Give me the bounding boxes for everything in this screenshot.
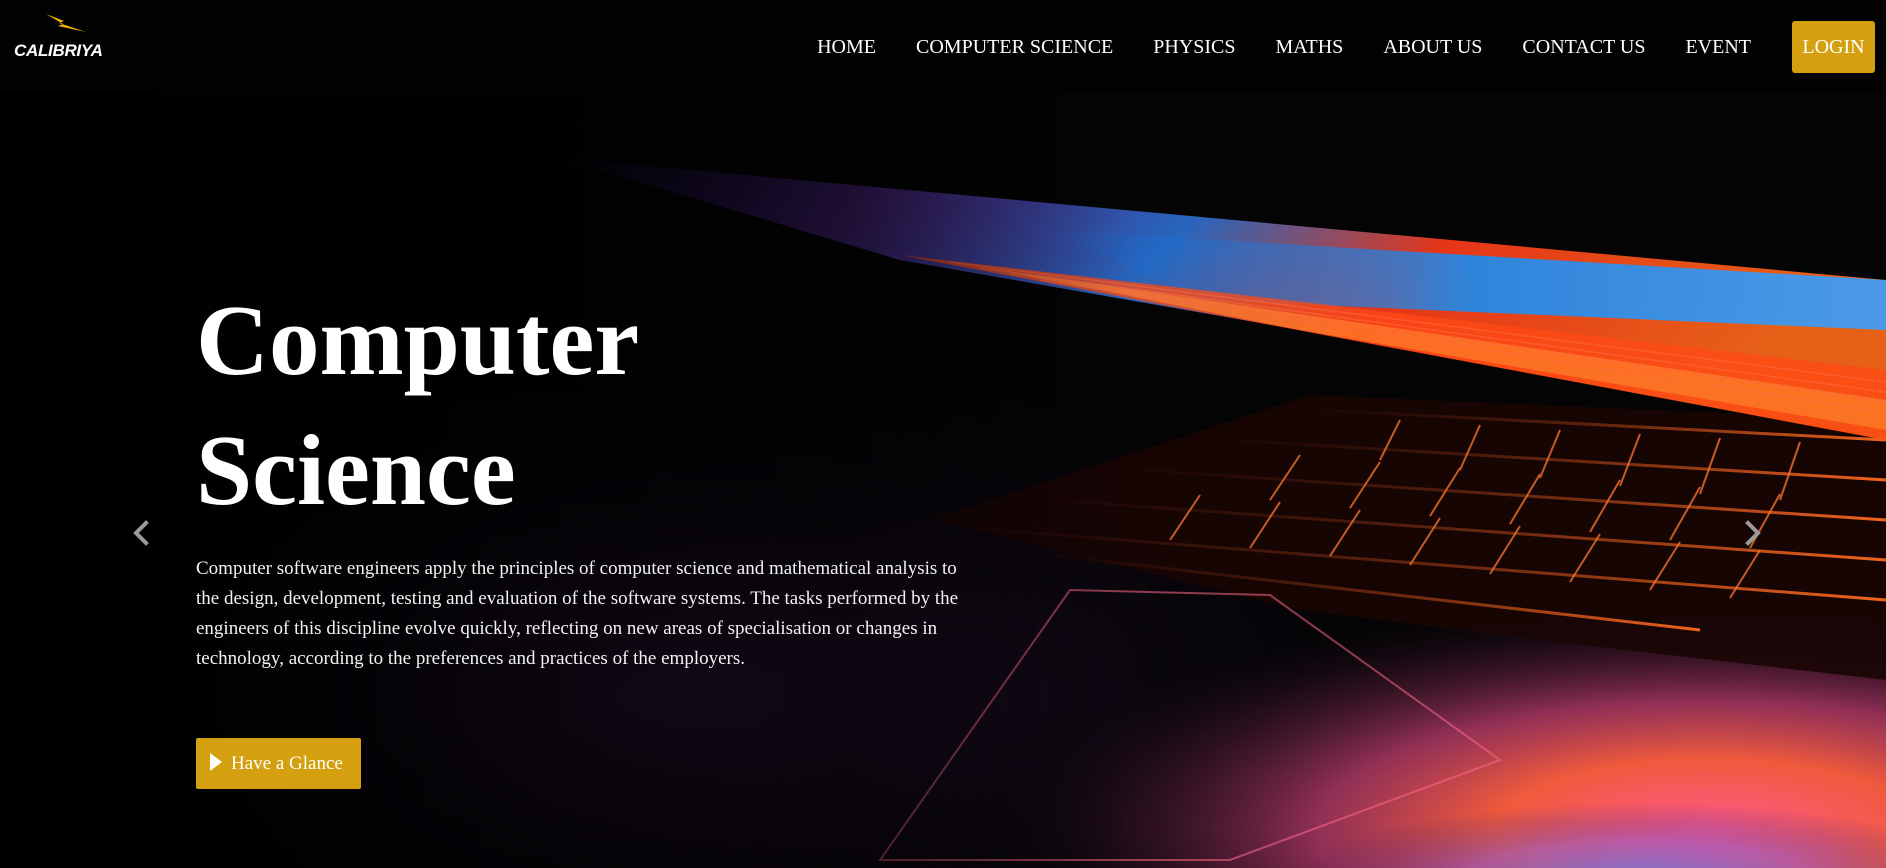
hero-title-line-1: Computer xyxy=(196,284,640,396)
hero-description: Computer software engineers apply the pr… xyxy=(196,558,959,669)
have-a-glance-label: Have a Glance xyxy=(231,752,343,774)
hero-carousel: Computer Science Computer software engin… xyxy=(0,0,1886,868)
nav-item-home[interactable]: HOME xyxy=(817,36,876,59)
lightning-bolt-icon xyxy=(46,14,86,32)
chevron-right-icon xyxy=(1745,520,1761,546)
nav-item-physics[interactable]: PHYSICS xyxy=(1153,36,1235,59)
nav-item-about-us[interactable]: ABOUT US xyxy=(1383,36,1482,59)
hero-title-line-2: Science xyxy=(196,414,516,526)
nav-item-contact-us[interactable]: CONTACT US xyxy=(1522,36,1645,59)
nav-item-computer-science[interactable]: COMPUTER SCIENCE xyxy=(916,36,1113,59)
chevron-left-icon xyxy=(133,520,149,546)
login-button[interactable]: LOGIN xyxy=(1792,21,1875,73)
carousel-next-button[interactable] xyxy=(1738,518,1768,548)
brand-logo[interactable]: CALIBRIYA xyxy=(14,12,114,68)
nav-item-maths[interactable]: MATHS xyxy=(1276,36,1344,59)
nav-item-event[interactable]: EVENT xyxy=(1685,36,1751,59)
carousel-prev-button[interactable] xyxy=(126,518,156,548)
hero-title: Computer Science xyxy=(196,275,756,535)
main-nav: HOME COMPUTER SCIENCE PHYSICS MATHS ABOU… xyxy=(817,21,1875,73)
top-navbar: CALIBRIYA HOME COMPUTER SCIENCE PHYSICS … xyxy=(0,0,1886,92)
brand-name: CALIBRIYA xyxy=(14,41,103,60)
have-a-glance-button[interactable]: Have a Glance xyxy=(196,738,361,789)
play-icon xyxy=(210,753,222,771)
